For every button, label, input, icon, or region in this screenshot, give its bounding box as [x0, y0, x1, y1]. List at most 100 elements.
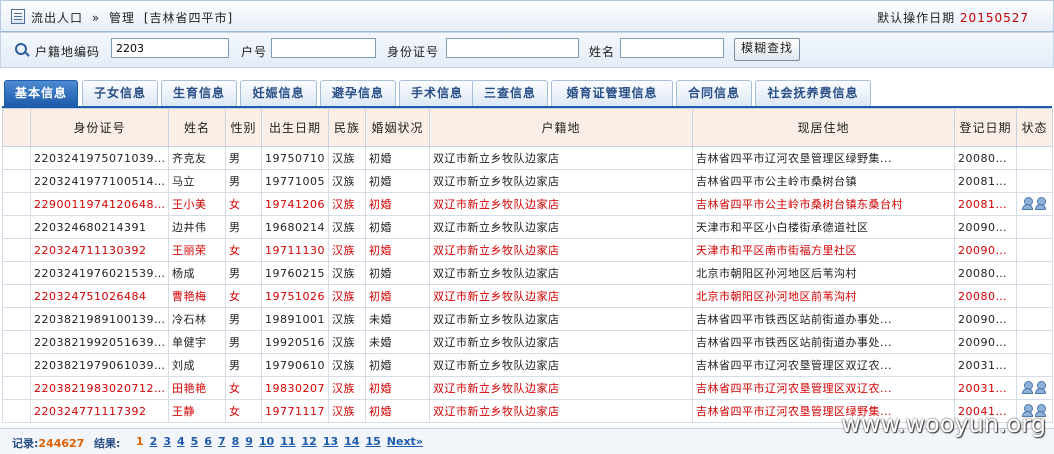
row-select-cell[interactable] — [2, 376, 31, 400]
cell-marital: 初婚 — [365, 284, 430, 308]
cell-hj: 双辽市新立乡牧队边家店 — [429, 238, 693, 262]
page-link[interactable]: 13 — [323, 435, 338, 448]
cell-sex: 女 — [225, 238, 262, 262]
column-header-sex[interactable]: 性别 — [225, 108, 262, 147]
row-select-cell[interactable] — [2, 261, 31, 285]
page-link[interactable]: 5 — [191, 435, 199, 448]
page-link[interactable]: 8 — [232, 435, 240, 448]
table-row[interactable]: 220382199205163915 单健宇男 19920516 汉族 未婚 双辽市新立乡… — [2, 330, 1053, 354]
page-link[interactable]: 2 — [150, 435, 158, 448]
page-link[interactable]: 3 — [163, 435, 171, 448]
people-icon[interactable] — [1021, 197, 1048, 211]
cell-name: 单健宇 — [168, 330, 226, 354]
column-header-name[interactable]: 姓名 — [168, 108, 226, 147]
cell-name: 冷石林 — [168, 307, 226, 331]
tab-contract-info[interactable]: 合同信息 — [676, 80, 752, 106]
breadcrumb-region: [吉林省四平市] — [143, 11, 234, 25]
table-row[interactable]: 220324751026484 曹艳梅女 19751026 汉族 初婚 双辽市新立乡牧队边… — [2, 284, 1053, 308]
tab-contraception-info[interactable]: 避孕信息 — [320, 80, 396, 106]
tab-basic-info[interactable]: 基本信息 — [4, 80, 78, 106]
tab-social-support-fee-info[interactable]: 社会抚养费信息 — [755, 80, 871, 106]
table-row[interactable]: 220324197507103915 齐克友男 19750710 汉族 初婚 双辽市新立乡… — [2, 146, 1053, 170]
row-select-cell[interactable] — [2, 353, 31, 377]
cell-status — [1016, 169, 1053, 193]
id-number-label: 身份证号 — [387, 45, 440, 59]
household-code-input[interactable] — [111, 38, 229, 58]
row-select-cell[interactable] — [2, 169, 31, 193]
cell-birth: 19830207 — [261, 376, 329, 400]
cell-sex: 男 — [225, 353, 262, 377]
row-select-cell[interactable] — [2, 284, 31, 308]
cell-status — [1016, 215, 1053, 239]
table-row[interactable]: 220324711130392 王丽荣女 19711130 汉族 初婚 双辽市新立乡牧队边… — [2, 238, 1053, 262]
page-link[interactable]: 4 — [177, 435, 185, 448]
tab-children-info[interactable]: 子女信息 — [82, 80, 158, 106]
column-header-residence[interactable]: 现居住地 — [692, 108, 955, 147]
fuzzy-search-button[interactable]: 模糊查找 — [734, 38, 800, 61]
row-select-cell[interactable] — [2, 192, 31, 216]
cell-addr: 吉林省四平市铁西区站前街道办事处... — [692, 307, 955, 331]
name-input[interactable] — [620, 38, 724, 58]
row-select-cell[interactable] — [2, 330, 31, 354]
table-row[interactable]: 220382198910013934 冷石林男 19891001 汉族 未婚 双辽市新立乡… — [2, 307, 1053, 331]
page-link[interactable]: 10 — [259, 435, 274, 448]
cell-marital: 未婚 — [365, 307, 430, 331]
cell-status — [1016, 238, 1053, 262]
table-row[interactable]: 220382197906103916 刘成男 19790610 汉族 初婚 双辽市新立乡牧… — [2, 353, 1053, 377]
row-select-cell[interactable] — [2, 215, 31, 239]
column-header-status[interactable]: 状态 — [1016, 108, 1053, 147]
page-link[interactable]: 11 — [280, 435, 295, 448]
household-code-label: 户籍地编码 — [35, 45, 101, 59]
id-number-input[interactable] — [446, 38, 579, 58]
cell-id: 220324197507103915 — [30, 146, 169, 170]
cell-status[interactable] — [1016, 192, 1053, 216]
table-row[interactable]: 220324680214391 边井伟男 19680214 汉族 初婚 双辽市新立乡牧队边… — [2, 215, 1053, 239]
row-select-cell[interactable] — [2, 146, 31, 170]
column-header-nation[interactable]: 民族 — [328, 108, 366, 147]
table-row[interactable]: 220324197602153910 杨成男 19760215 汉族 初婚 双辽市新立乡牧… — [2, 261, 1053, 285]
cell-hj: 双辽市新立乡牧队边家店 — [429, 399, 693, 423]
tab-pregnancy-info[interactable]: 妊娠信息 — [240, 80, 317, 106]
cell-id: 220324771117392 — [30, 399, 169, 423]
row-select-cell[interactable] — [2, 399, 31, 423]
table-row[interactable]: 220382198302071225 田艳艳女 19830207 汉族 初婚 双辽市新立乡… — [2, 376, 1053, 400]
page-link[interactable]: 15 — [365, 435, 380, 448]
household-number-input[interactable] — [271, 38, 376, 58]
record-count-value: 244627 — [38, 437, 85, 450]
operation-date-value[interactable]: 20150527 — [960, 11, 1029, 25]
cell-marital: 初婚 — [365, 169, 430, 193]
page-link[interactable]: 12 — [302, 435, 317, 448]
column-header-id[interactable]: 身份证号 — [30, 108, 169, 147]
row-select-cell[interactable] — [2, 238, 31, 262]
table-row[interactable]: 229001197412064869 王小美女 19741206 汉族 初婚 双辽市新立乡… — [2, 192, 1053, 216]
tab-three-checks-info[interactable]: 三查信息 — [472, 80, 548, 106]
page-link[interactable]: 7 — [218, 435, 226, 448]
tab-marriage-cert-info[interactable]: 婚育证管理信息 — [551, 80, 673, 106]
cell-status[interactable] — [1016, 376, 1053, 400]
cell-nation: 汉族 — [328, 215, 366, 239]
cell-name: 王丽荣 — [168, 238, 226, 262]
page-link[interactable]: 9 — [245, 435, 253, 448]
cell-addr: 吉林省四平市辽河农垦管理区双辽农... — [692, 376, 955, 400]
people-icon[interactable] — [1021, 381, 1048, 395]
page-link[interactable]: 6 — [204, 435, 212, 448]
cell-reg: 20080314 — [954, 261, 1017, 285]
next-page-link[interactable]: Next» — [387, 435, 423, 448]
row-select-cell[interactable] — [2, 307, 31, 331]
page-link[interactable]: 14 — [344, 435, 359, 448]
cell-nation: 汉族 — [328, 353, 366, 377]
page-link[interactable]: 1 — [136, 435, 144, 448]
cell-marital: 初婚 — [365, 353, 430, 377]
breadcrumb-item-outflow[interactable]: 流出人口 — [31, 11, 83, 25]
column-header-marital[interactable]: 婚姻状况 — [365, 108, 430, 147]
column-header-birth[interactable]: 出生日期 — [261, 108, 329, 147]
cell-name: 田艳艳 — [168, 376, 226, 400]
column-header-reg-date[interactable]: 登记日期 — [954, 108, 1017, 147]
cell-birth: 19891001 — [261, 307, 329, 331]
column-header-household[interactable]: 户籍地 — [429, 108, 693, 147]
tab-surgery-info[interactable]: 手术信息 — [399, 80, 475, 106]
table-row[interactable]: 22032419771005141x 马立男 19771005 汉族 初婚 双辽市新立乡牧… — [2, 169, 1053, 193]
tab-birth-info[interactable]: 生育信息 — [161, 80, 237, 106]
cell-id: 220324751026484 — [30, 284, 169, 308]
cell-id: 220324197602153910 — [30, 261, 169, 285]
